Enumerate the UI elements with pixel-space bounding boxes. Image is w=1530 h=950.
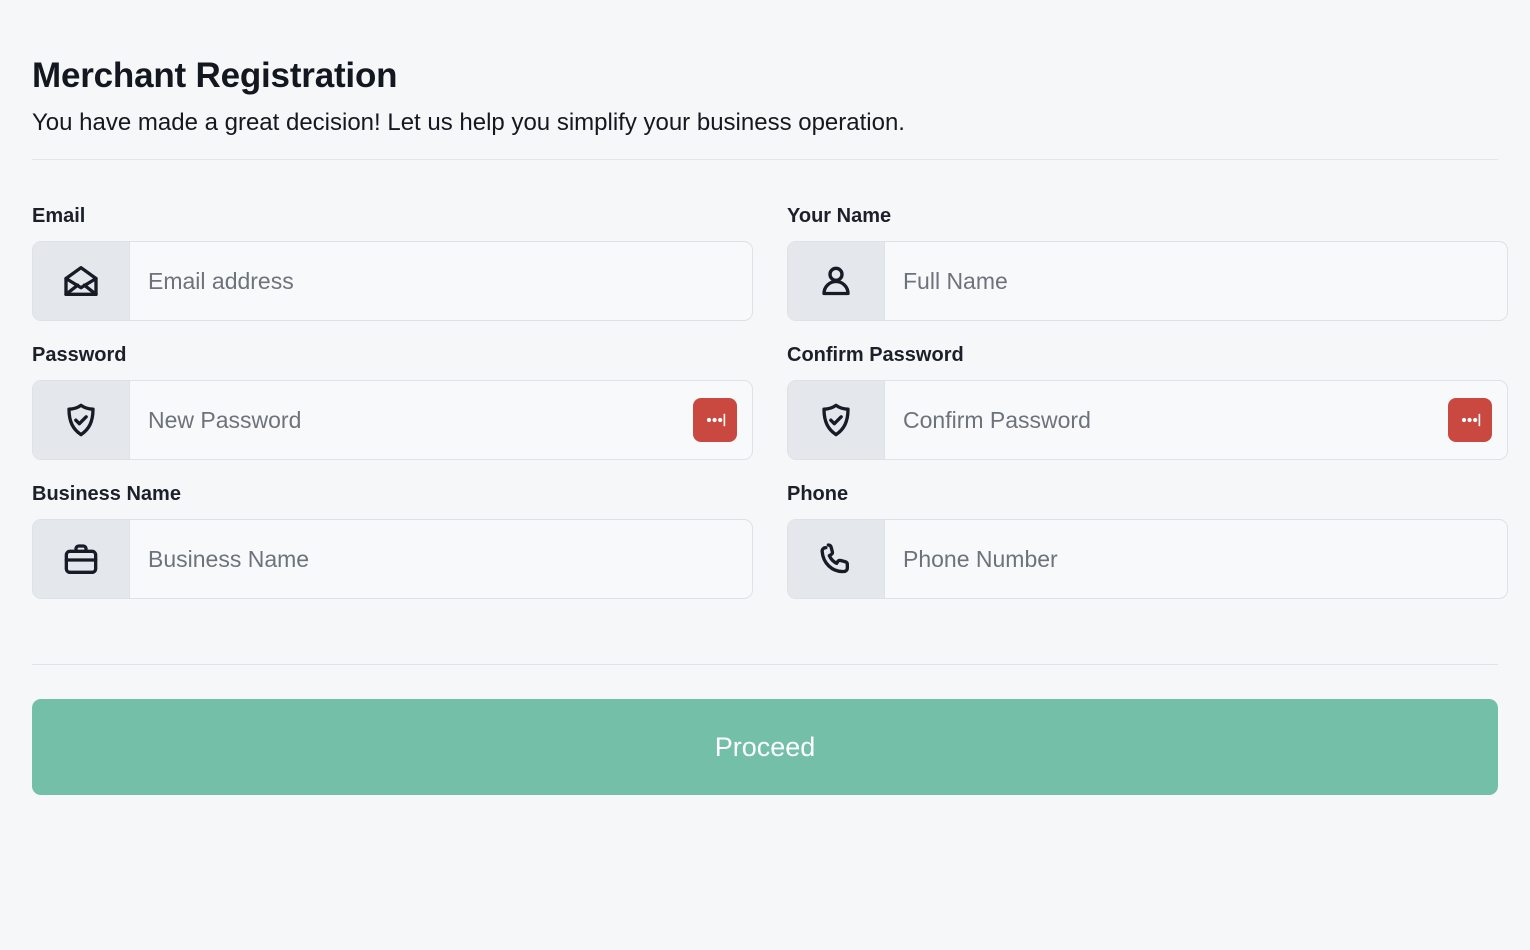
password-dots-icon (1457, 407, 1483, 433)
label-confirm-password: Confirm Password (787, 343, 1508, 367)
input-group-your-name[interactable] (787, 241, 1508, 321)
form-footer-divider (32, 664, 1498, 665)
email-input[interactable] (130, 242, 752, 320)
shield-check-icon (33, 381, 130, 459)
registration-page: Merchant Registration You have made a gr… (0, 0, 1530, 950)
registration-form: Email Your Name (32, 204, 1498, 621)
field-your-name: Your Name (787, 204, 1508, 321)
field-confirm-password: Confirm Password (787, 343, 1508, 460)
shield-check-icon (788, 381, 885, 459)
field-business-name: Business Name (32, 482, 753, 599)
header-divider (32, 159, 1498, 160)
envelope-open-icon (33, 242, 130, 320)
confirm-password-input[interactable] (885, 381, 1448, 459)
page-title: Merchant Registration (32, 56, 1498, 95)
password-input[interactable] (130, 381, 693, 459)
page-header: Merchant Registration You have made a gr… (32, 0, 1498, 138)
confirm-password-visibility-toggle-button[interactable] (1448, 398, 1492, 442)
person-icon (788, 242, 885, 320)
label-your-name: Your Name (787, 204, 1508, 228)
input-group-confirm-password[interactable] (787, 380, 1508, 460)
field-phone: Phone (787, 482, 1508, 599)
label-phone: Phone (787, 482, 1508, 506)
label-business-name: Business Name (32, 482, 753, 506)
field-email: Email (32, 204, 753, 321)
password-visibility-toggle-button[interactable] (693, 398, 737, 442)
field-password: Password (32, 343, 753, 460)
input-group-password[interactable] (32, 380, 753, 460)
briefcase-icon (33, 520, 130, 598)
full-name-input[interactable] (885, 242, 1507, 320)
proceed-button[interactable]: Proceed (32, 699, 1498, 795)
submit-section: Proceed (32, 699, 1498, 795)
label-email: Email (32, 204, 753, 228)
password-dots-icon (702, 407, 728, 433)
phone-icon (788, 520, 885, 598)
input-group-phone[interactable] (787, 519, 1508, 599)
page-subtitle: You have made a great decision! Let us h… (32, 107, 1498, 138)
business-name-input[interactable] (130, 520, 752, 598)
input-group-email[interactable] (32, 241, 753, 321)
label-password: Password (32, 343, 753, 367)
input-group-business-name[interactable] (32, 519, 753, 599)
phone-input[interactable] (885, 520, 1507, 598)
